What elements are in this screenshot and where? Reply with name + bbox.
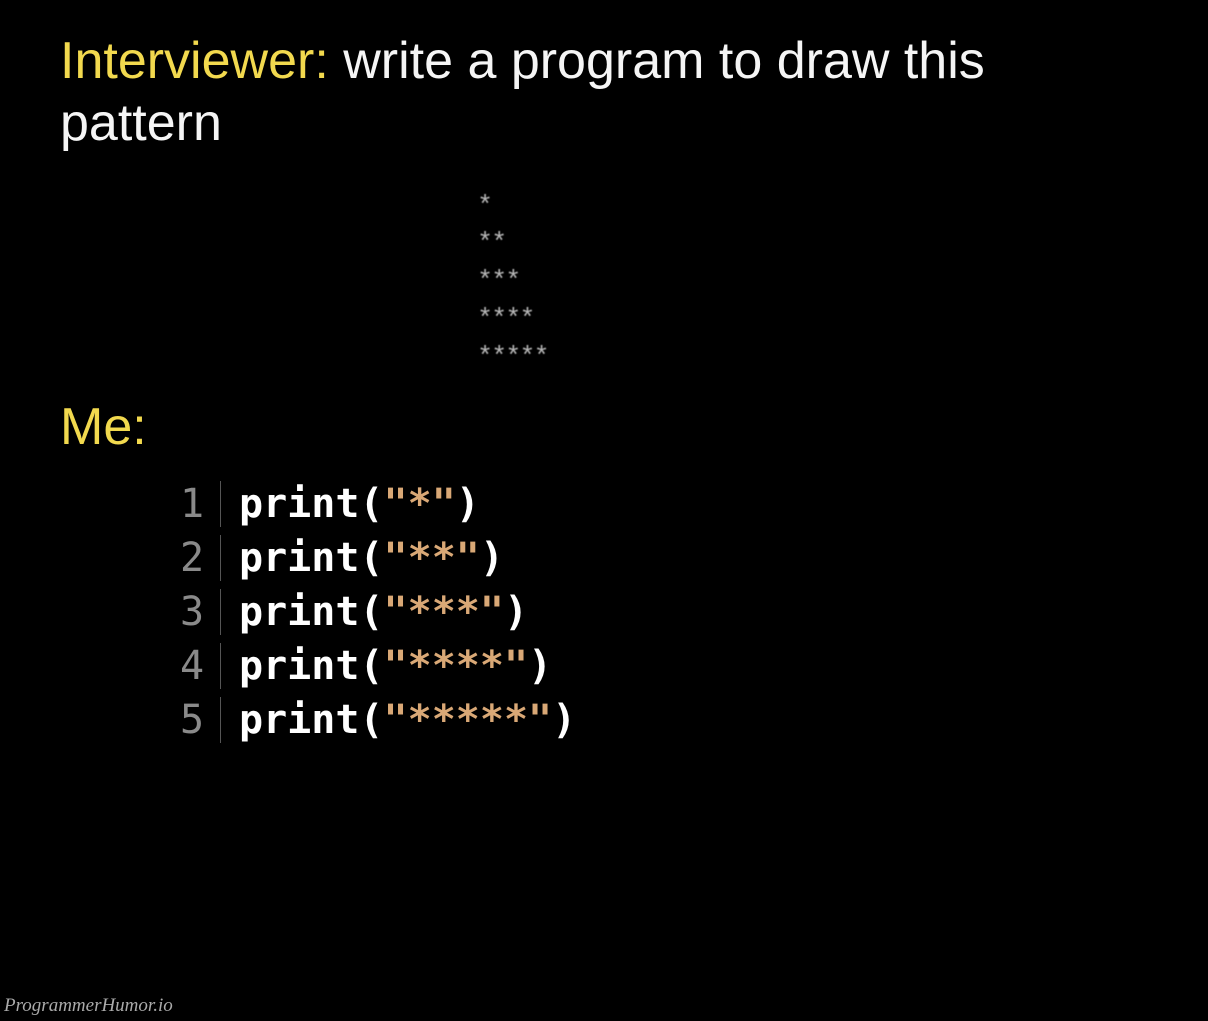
pattern-line: ***** [480,336,1148,374]
watermark: ProgrammerHumor.io [0,995,173,1017]
line-number: 3 [180,585,220,639]
gutter-divider [220,589,221,635]
gutter-divider [220,481,221,527]
code-line: 1 print("*") [180,477,1148,531]
code-text: print("*****") [239,693,576,747]
pattern-line: ** [480,222,1148,260]
meme-content: Interviewer: write a program to draw thi… [0,0,1208,777]
gutter-divider [220,697,221,743]
line-number: 1 [180,477,220,531]
code-block: 1 print("*") 2 print("**") 3 print("***"… [180,477,1148,747]
pattern-line: *** [480,260,1148,298]
interviewer-label: Interviewer: [60,32,329,90]
code-text: print("**") [239,531,504,585]
code-line: 2 print("**") [180,531,1148,585]
code-text: print("****") [239,639,552,693]
line-number: 5 [180,693,220,747]
code-text: print("***") [239,585,528,639]
code-text: print("*") [239,477,480,531]
line-number: 2 [180,531,220,585]
code-line: 5 print("*****") [180,693,1148,747]
heading: Interviewer: write a program to draw thi… [60,30,1148,155]
gutter-divider [220,535,221,581]
gutter-divider [220,643,221,689]
me-label: Me: [60,397,1148,457]
pattern-line: * [480,185,1148,223]
pattern-block: * ** *** **** ***** [480,185,1148,373]
line-number: 4 [180,639,220,693]
pattern-line: **** [480,298,1148,336]
code-line: 4 print("****") [180,639,1148,693]
code-line: 3 print("***") [180,585,1148,639]
